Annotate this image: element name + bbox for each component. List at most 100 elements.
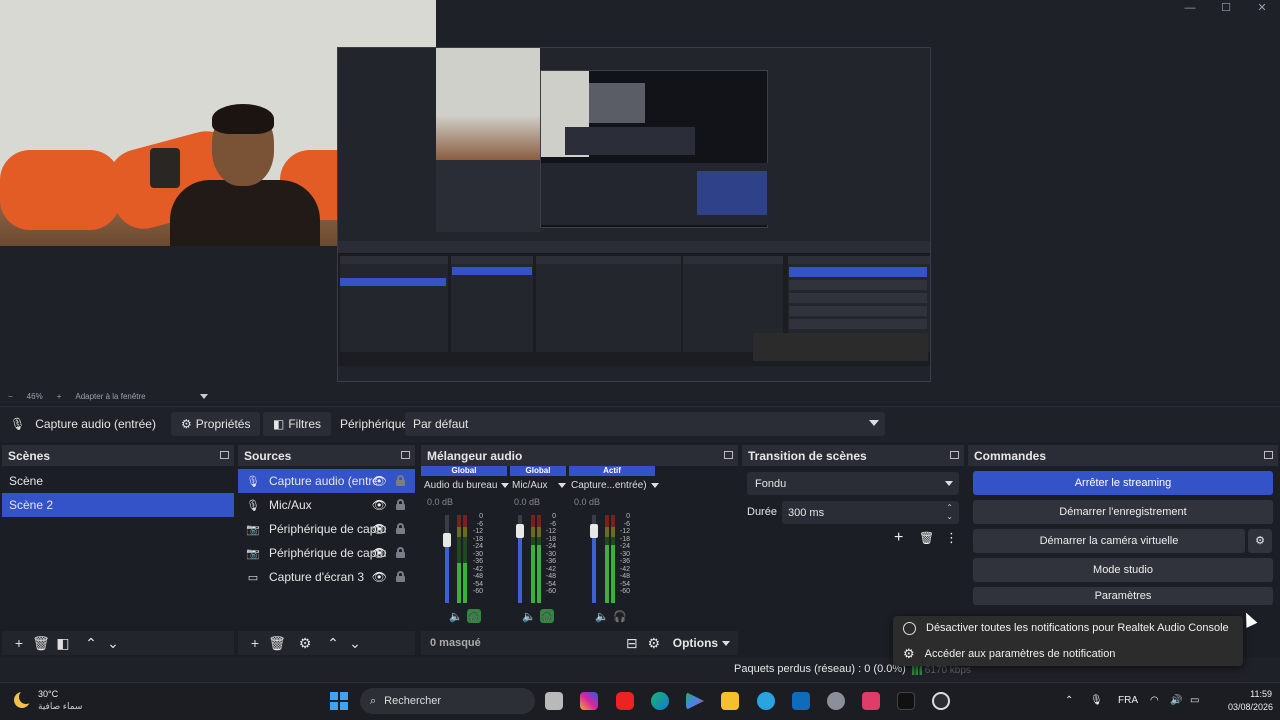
close-button[interactable]: ✕	[1244, 0, 1280, 18]
fader-handle[interactable]	[516, 524, 524, 538]
lock-icon[interactable]	[396, 475, 405, 486]
layout-toggle-button[interactable]: ⊟	[621, 633, 643, 653]
speaker-icon[interactable]: 🔊	[1170, 695, 1182, 706]
undock-icon[interactable]	[724, 451, 733, 459]
device-select[interactable]: Par défaut	[405, 412, 885, 436]
eye-icon[interactable]: 👁	[372, 498, 387, 512]
eye-icon[interactable]: 👁	[372, 474, 387, 488]
speaker-icon[interactable]: 🔈	[595, 610, 609, 623]
instagram-icon[interactable]	[580, 692, 598, 710]
maximize-button[interactable]: ☐	[1208, 0, 1244, 18]
weather-widget[interactable]: 30°C سماء صافية	[14, 688, 82, 712]
options-label: Options	[672, 636, 719, 650]
duration-label: Durée	[747, 506, 777, 518]
scene-item-selected[interactable]: Scène 2	[2, 493, 234, 517]
volume-fader[interactable]	[445, 515, 449, 603]
app-icon[interactable]	[862, 692, 880, 710]
lock-icon[interactable]	[396, 523, 405, 534]
lock-icon[interactable]	[396, 499, 405, 510]
zoom-out-button[interactable]: −	[8, 392, 13, 401]
fader-handle[interactable]	[443, 533, 451, 547]
chevron-up-icon[interactable]: ⌃	[1065, 695, 1073, 706]
zoom-mode-select[interactable]: Adapter à la fenêtre	[75, 392, 145, 401]
battery-icon[interactable]: ▭	[1190, 695, 1199, 706]
obs-icon[interactable]	[932, 692, 950, 710]
move-up-button[interactable]: ⌃	[322, 633, 344, 653]
source-properties-button[interactable]: ⚙	[294, 633, 316, 653]
lock-icon[interactable]	[396, 547, 405, 558]
source-item[interactable]: 📷 Périphérique de captu 👁	[238, 541, 415, 565]
channel-name[interactable]: Mic/Aux	[512, 480, 566, 491]
options-button[interactable]: Options	[672, 636, 731, 650]
scene-item[interactable]: Scène	[2, 469, 234, 493]
move-down-button[interactable]: ⌄	[344, 633, 366, 653]
taskbar-search[interactable]: ⌕ Rechercher	[360, 688, 535, 714]
app-icon[interactable]	[545, 692, 563, 710]
chevron-down-icon[interactable]	[199, 393, 208, 399]
duration-input[interactable]: 300 ms ⌃ ⌄	[782, 501, 959, 524]
taskbar-clock[interactable]: 11:59 03/08/2026	[1228, 688, 1273, 714]
mic-icon[interactable]: 🎙	[1090, 695, 1103, 706]
tiktok-icon[interactable]	[897, 692, 915, 710]
move-down-button[interactable]: ⌄	[102, 633, 124, 653]
source-item[interactable]: 📷 Périphérique de captu 👁	[238, 517, 415, 541]
headphones-icon[interactable]: 🎧	[540, 609, 554, 623]
headphones-muted-icon[interactable]: 🎧	[613, 610, 627, 623]
add-transition-button[interactable]: +	[894, 529, 903, 547]
source-label: Capture d'écran 3	[269, 570, 365, 584]
outlook-icon[interactable]	[792, 692, 810, 710]
channel-name[interactable]: Audio du bureau	[424, 480, 510, 491]
headphones-icon[interactable]: 🎧	[467, 609, 481, 623]
channel-name[interactable]: Capture...entrée)	[571, 480, 659, 491]
advanced-audio-button[interactable]: ⚙	[643, 633, 665, 653]
settings-button[interactable]: Paramètres	[973, 587, 1273, 605]
source-label: Périphérique de captu	[269, 522, 387, 536]
youtube-icon[interactable]	[616, 692, 634, 710]
undock-icon[interactable]	[401, 451, 410, 459]
eye-icon[interactable]: 👁	[372, 546, 387, 560]
remove-transition-button[interactable]: 🗑	[919, 531, 934, 545]
remove-scene-button[interactable]: 🗑	[30, 633, 52, 653]
start-recording-button[interactable]: Démarrer l'enregistrement	[973, 500, 1273, 524]
hidden-count[interactable]: 0 masqué	[430, 637, 481, 649]
minimize-button[interactable]: —	[1172, 0, 1208, 18]
source-item[interactable]: ▭ Capture d'écran 3 👁	[238, 565, 415, 589]
zoom-in-button[interactable]: +	[57, 392, 62, 401]
messenger-icon[interactable]	[757, 692, 775, 710]
settings-app-icon[interactable]	[827, 692, 845, 710]
edge-icon[interactable]	[651, 692, 669, 710]
eye-icon[interactable]: 👁	[372, 522, 387, 536]
undock-icon[interactable]	[220, 451, 229, 459]
properties-button[interactable]: ⚙ Propriétés	[171, 412, 261, 436]
more-icon[interactable]: ⋮	[945, 530, 958, 546]
speaker-icon[interactable]: 🔈	[449, 610, 463, 623]
scale-tick: -54	[545, 580, 556, 588]
virtual-camera-settings-button[interactable]: ⚙	[1248, 529, 1272, 553]
undock-icon[interactable]	[950, 451, 959, 459]
start-button[interactable]	[330, 692, 348, 710]
add-source-button[interactable]: +	[244, 633, 266, 653]
studio-mode-button[interactable]: Mode studio	[973, 558, 1273, 582]
source-item[interactable]: 🎙 Capture audio (entrée) 👁	[238, 469, 415, 493]
eye-icon[interactable]: 👁	[372, 570, 387, 584]
start-virtual-camera-button[interactable]: Démarrer la caméra virtuelle	[973, 529, 1245, 553]
file-explorer-icon[interactable]	[721, 692, 739, 710]
scene-filters-button[interactable]: ◧	[52, 633, 74, 653]
spin-icon[interactable]: ⌃ ⌄	[946, 503, 953, 521]
add-scene-button[interactable]: +	[8, 633, 30, 653]
stop-streaming-button[interactable]: Arrêter le streaming	[973, 471, 1273, 495]
disable-notifications-item[interactable]: Désactiver toutes les notifications pour…	[903, 616, 1229, 640]
notification-settings-item[interactable]: ⚙ Accéder aux paramètres de notification	[903, 642, 1115, 666]
speaker-icon[interactable]: 🔈	[522, 610, 536, 623]
filters-button[interactable]: ◧ Filtres	[263, 412, 332, 436]
fader-handle[interactable]	[590, 524, 598, 538]
transition-select[interactable]: Fondu	[747, 472, 959, 495]
source-item[interactable]: 🎙 Mic/Aux 👁	[238, 493, 415, 517]
remove-source-button[interactable]: 🗑	[266, 633, 288, 653]
channel-db: 0.0 dB	[574, 497, 601, 507]
move-up-button[interactable]: ⌃	[80, 633, 102, 653]
lock-icon[interactable]	[396, 571, 405, 582]
wifi-icon[interactable]: ◠	[1150, 695, 1159, 706]
language-indicator[interactable]: FRA	[1118, 695, 1138, 706]
undock-icon[interactable]	[1264, 451, 1273, 459]
